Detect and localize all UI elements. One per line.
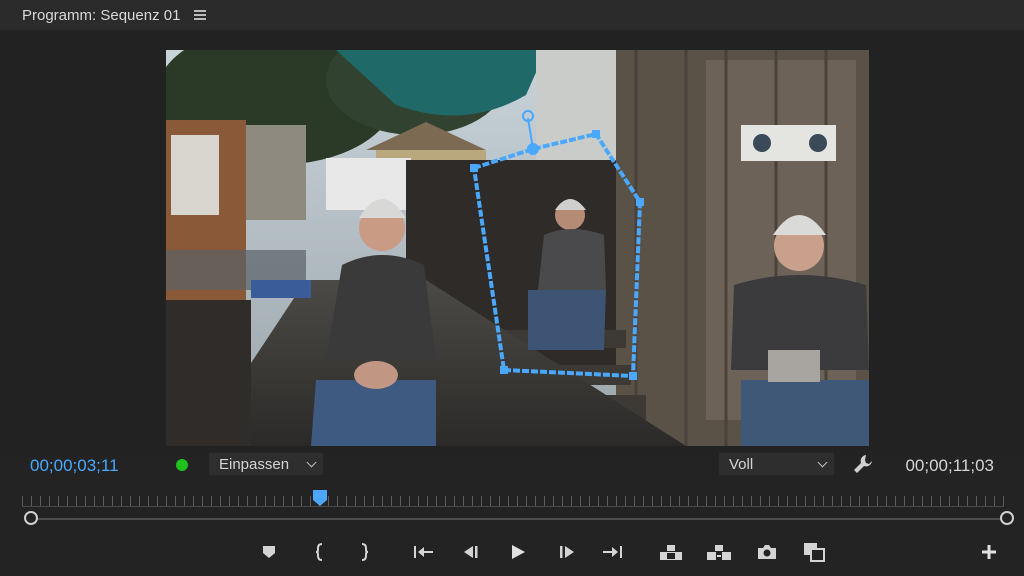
marker-icon[interactable] bbox=[255, 538, 283, 566]
video-scene bbox=[166, 50, 869, 446]
quality-dropdown-label: Voll bbox=[729, 455, 754, 473]
panel-title[interactable]: Programm: Sequenz 01 bbox=[22, 7, 180, 24]
quality-dropdown[interactable]: Voll bbox=[719, 453, 834, 475]
program-monitor bbox=[0, 30, 1024, 450]
zoom-dropdown[interactable]: Einpassen bbox=[209, 453, 323, 475]
status-indicator bbox=[176, 459, 188, 471]
play-icon[interactable] bbox=[504, 538, 532, 566]
zoom-scroll-handle-left[interactable] bbox=[24, 511, 38, 525]
zoom-scroll-track[interactable] bbox=[30, 518, 1006, 520]
transport-controls bbox=[0, 538, 1024, 568]
mark-out-icon[interactable] bbox=[350, 538, 378, 566]
ruler-ticks bbox=[22, 496, 1004, 506]
duration-timecode: 00;00;11;03 bbox=[905, 456, 994, 475]
compare-icon[interactable] bbox=[800, 538, 828, 566]
chevron-down-icon bbox=[817, 457, 828, 468]
plus-icon[interactable] bbox=[975, 538, 1003, 566]
zoom-dropdown-label: Einpassen bbox=[219, 455, 290, 473]
playhead[interactable] bbox=[313, 490, 327, 506]
go-to-out-icon[interactable] bbox=[598, 538, 626, 566]
step-back-icon[interactable] bbox=[457, 538, 485, 566]
video-frame[interactable] bbox=[166, 50, 869, 446]
chevron-down-icon bbox=[306, 457, 317, 468]
ruler-baseline bbox=[22, 506, 1004, 507]
camera-icon[interactable] bbox=[753, 538, 781, 566]
panel-header: Programm: Sequenz 01 bbox=[0, 0, 1024, 30]
zoom-scroll-handle-right[interactable] bbox=[1000, 511, 1014, 525]
wrench-icon[interactable] bbox=[852, 453, 874, 475]
lift-icon[interactable] bbox=[657, 538, 685, 566]
current-timecode[interactable]: 00;00;03;11 bbox=[30, 456, 119, 476]
go-to-in-icon[interactable] bbox=[410, 538, 438, 566]
extract-icon[interactable] bbox=[705, 538, 733, 566]
hamburger-icon[interactable] bbox=[194, 9, 208, 21]
time-ruler[interactable] bbox=[22, 490, 1004, 514]
mark-in-icon[interactable] bbox=[306, 538, 334, 566]
monitor-controls: 00;00;03;11 Einpassen Voll 00;00;11;03 bbox=[0, 450, 1024, 480]
step-forward-icon[interactable] bbox=[553, 538, 581, 566]
